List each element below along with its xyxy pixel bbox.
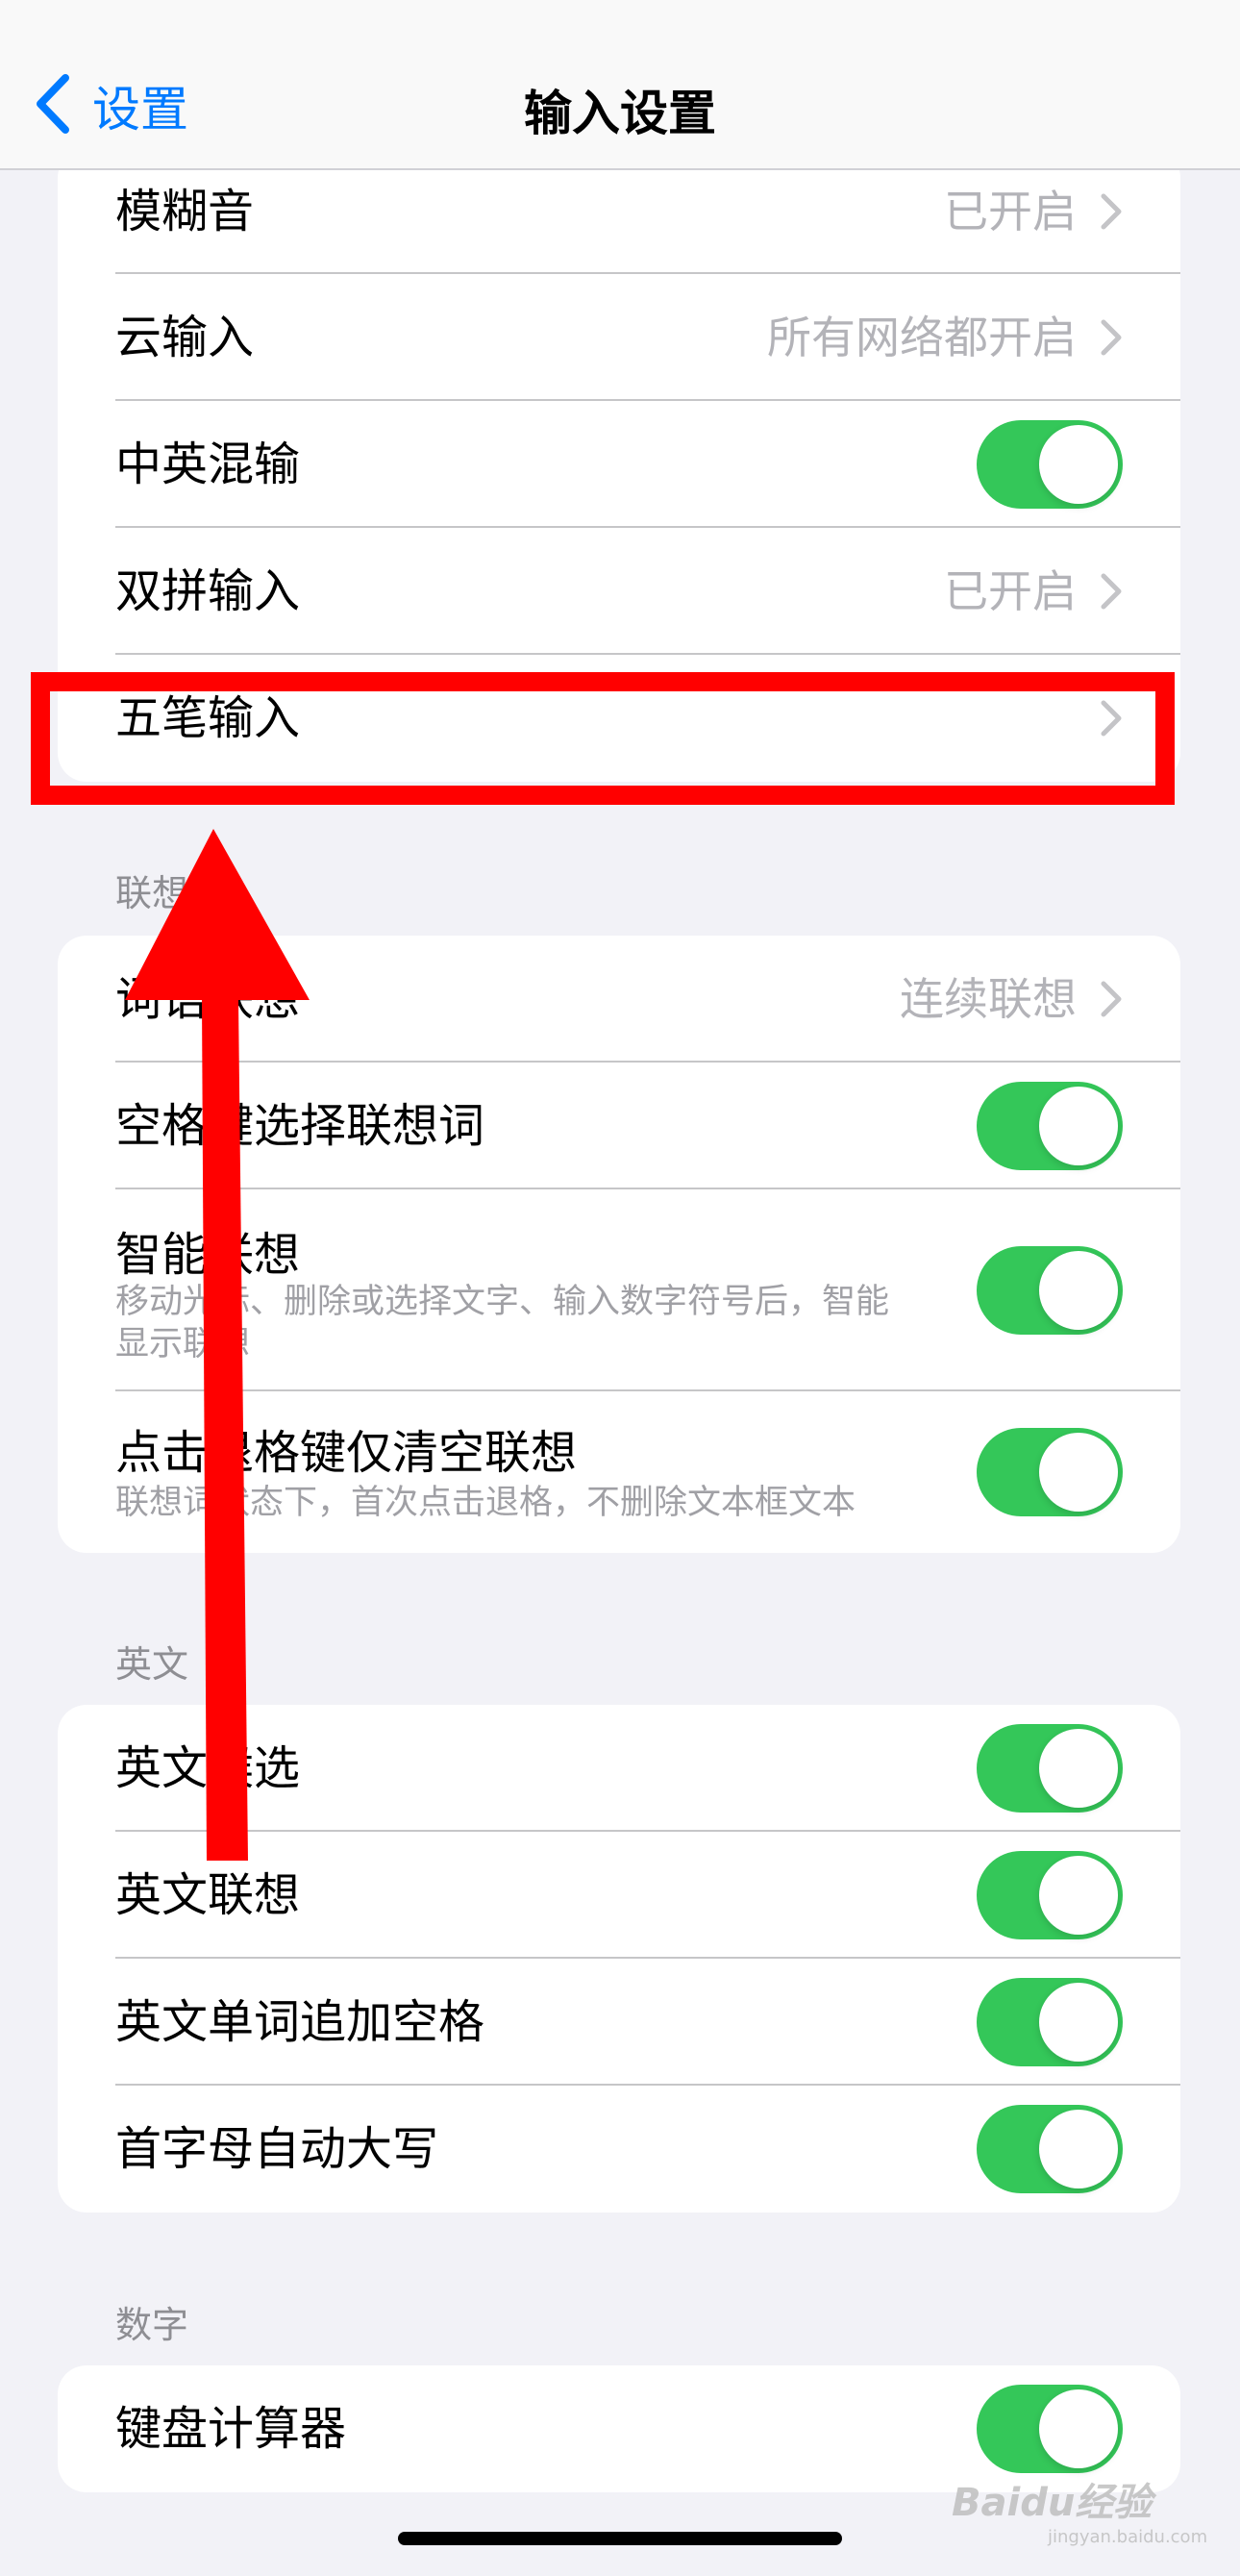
row-smart-association: 智能联想 移动光标、删除或选择文字、输入数字符号后，智能显示联想 <box>58 1189 1180 1391</box>
toggle-knob <box>1039 2110 1118 2188</box>
auto-capitalize-toggle[interactable] <box>977 2105 1123 2193</box>
row-value: 所有网络都开启 <box>767 312 1077 363</box>
association-group: 词语联想 连续联想 空格键选择联想词 智能联想 移动光标、删除或选择文字、输入数… <box>58 936 1180 1553</box>
toggle-knob <box>1039 1983 1118 2062</box>
row-english-association: 英文联想 <box>58 1832 1180 1959</box>
row-label: 双拼输入 <box>115 564 301 618</box>
row-label: 英文候选 <box>115 1741 301 1795</box>
chevron-right-icon <box>1101 319 1122 356</box>
row-space-select: 空格键选择联想词 <box>58 1063 1180 1189</box>
english-group: 英文候选 英文联想 英文单词追加空格 首字母自动大写 <box>58 1705 1180 2213</box>
row-label: 智能联想 <box>115 1228 301 1282</box>
row-description: 移动光标、删除或选择文字、输入数字符号后，智能显示联想 <box>115 1283 890 1363</box>
page-title: 输入设置 <box>524 86 716 141</box>
row-value: 连续联想 <box>900 973 1077 1025</box>
row-label: 云输入 <box>115 311 255 364</box>
watermark-logo: Baidu经验 <box>952 2481 1153 2525</box>
row-mixed-cn-en: 中英混输 <box>58 401 1180 528</box>
space-select-toggle[interactable] <box>977 1082 1123 1170</box>
toggle-knob <box>1039 425 1118 504</box>
toggle-knob <box>1039 1251 1118 1330</box>
toggle-knob <box>1039 1856 1118 1935</box>
row-auto-capitalize: 首字母自动大写 <box>58 2086 1180 2213</box>
chevron-right-icon <box>1101 981 1122 1017</box>
toggle-knob <box>1039 1087 1118 1165</box>
row-value: 已开启 <box>944 565 1077 617</box>
row-english-candidates: 英文候选 <box>58 1705 1180 1832</box>
row-shuangpin[interactable]: 双拼输入 已开启 <box>58 528 1180 655</box>
chevron-right-icon <box>1101 193 1122 230</box>
home-indicator <box>398 2532 842 2545</box>
row-label: 英文联想 <box>115 1868 301 1922</box>
navigation-bar: 设置 输入设置 <box>0 0 1240 170</box>
english-candidates-toggle[interactable] <box>977 1724 1123 1813</box>
section-header-english: 英文 <box>115 1643 189 1686</box>
row-word-association[interactable]: 词语联想 连续联想 <box>58 936 1180 1063</box>
row-label: 词语联想 <box>115 972 301 1026</box>
row-label: 首字母自动大写 <box>115 2122 439 2176</box>
row-label: 英文单词追加空格 <box>115 1995 485 2049</box>
row-description: 联想词状态下，首次点击退格，不删除文本框文本 <box>115 1484 856 1522</box>
row-backspace-clear: 点击退格键仅清空联想 联想词状态下，首次点击退格，不删除文本框文本 <box>58 1391 1180 1553</box>
toggle-knob <box>1039 1729 1118 1808</box>
annotation-highlight-box <box>31 672 1175 805</box>
backspace-clear-toggle[interactable] <box>977 1428 1123 1516</box>
row-label: 点击退格键仅清空联想 <box>115 1426 578 1480</box>
section-header-numbers: 数字 <box>115 2304 189 2346</box>
watermark-url: jingyan.baidu.com <box>1048 2527 1208 2547</box>
chevron-right-icon <box>1101 573 1122 610</box>
section-header-association: 联想 <box>115 872 189 914</box>
row-cloud-input[interactable]: 云输入 所有网络都开启 <box>58 274 1180 401</box>
toggle-knob <box>1039 1433 1118 1512</box>
english-space-toggle[interactable] <box>977 1978 1123 2066</box>
toggle-knob <box>1039 2389 1118 2468</box>
row-label: 空格键选择联想词 <box>115 1099 485 1153</box>
row-english-space: 英文单词追加空格 <box>58 1959 1180 2086</box>
row-label: 中英混输 <box>115 438 301 491</box>
english-association-toggle[interactable] <box>977 1851 1123 1939</box>
smart-association-toggle[interactable] <box>977 1246 1123 1335</box>
mixed-input-toggle[interactable] <box>977 420 1123 509</box>
keyboard-calculator-toggle[interactable] <box>977 2385 1123 2473</box>
row-label: 键盘计算器 <box>115 2402 347 2456</box>
